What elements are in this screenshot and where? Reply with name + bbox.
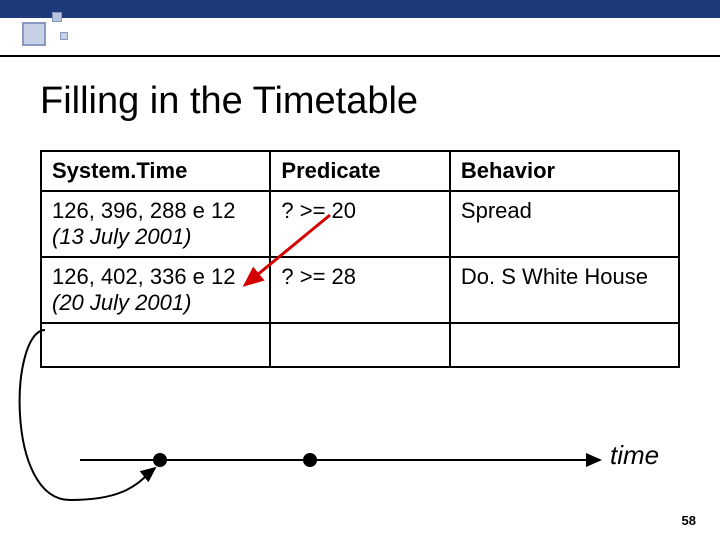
- cell-time-0: 126, 396, 288 e 12 (13 July 2001): [41, 191, 270, 257]
- header-systemtime: System.Time: [41, 151, 270, 191]
- horizontal-rule: [0, 55, 720, 57]
- slide-title: Filling in the Timetable: [40, 80, 418, 123]
- time-value: 126, 396, 288 e 12: [52, 198, 236, 223]
- corner-decoration: [22, 2, 86, 48]
- cell-time-1: 126, 402, 336 e 12 (20 July 2001): [41, 257, 270, 323]
- cell-behavior-0: Spread: [450, 191, 679, 257]
- cell-behavior-1: Do. S White House: [450, 257, 679, 323]
- timeline-label: time: [610, 440, 659, 471]
- header-behavior: Behavior: [450, 151, 679, 191]
- table-row: 126, 402, 336 e 12 (20 July 2001) ? >= 2…: [41, 257, 679, 323]
- table-row-empty: [41, 323, 679, 367]
- time-value: 126, 402, 336 e 12: [52, 264, 236, 289]
- time-note: (13 July 2001): [52, 224, 191, 249]
- page-number: 58: [682, 513, 696, 528]
- cell-predicate-1: ? >= 28: [270, 257, 450, 323]
- header-predicate: Predicate: [270, 151, 450, 191]
- time-note: (20 July 2001): [52, 290, 191, 315]
- cell-predicate-0: ? >= 20: [270, 191, 450, 257]
- table-row: 126, 396, 288 e 12 (13 July 2001) ? >= 2…: [41, 191, 679, 257]
- top-bar: [0, 0, 720, 18]
- timetable: System.Time Predicate Behavior 126, 396,…: [40, 150, 680, 368]
- table-header-row: System.Time Predicate Behavior: [41, 151, 679, 191]
